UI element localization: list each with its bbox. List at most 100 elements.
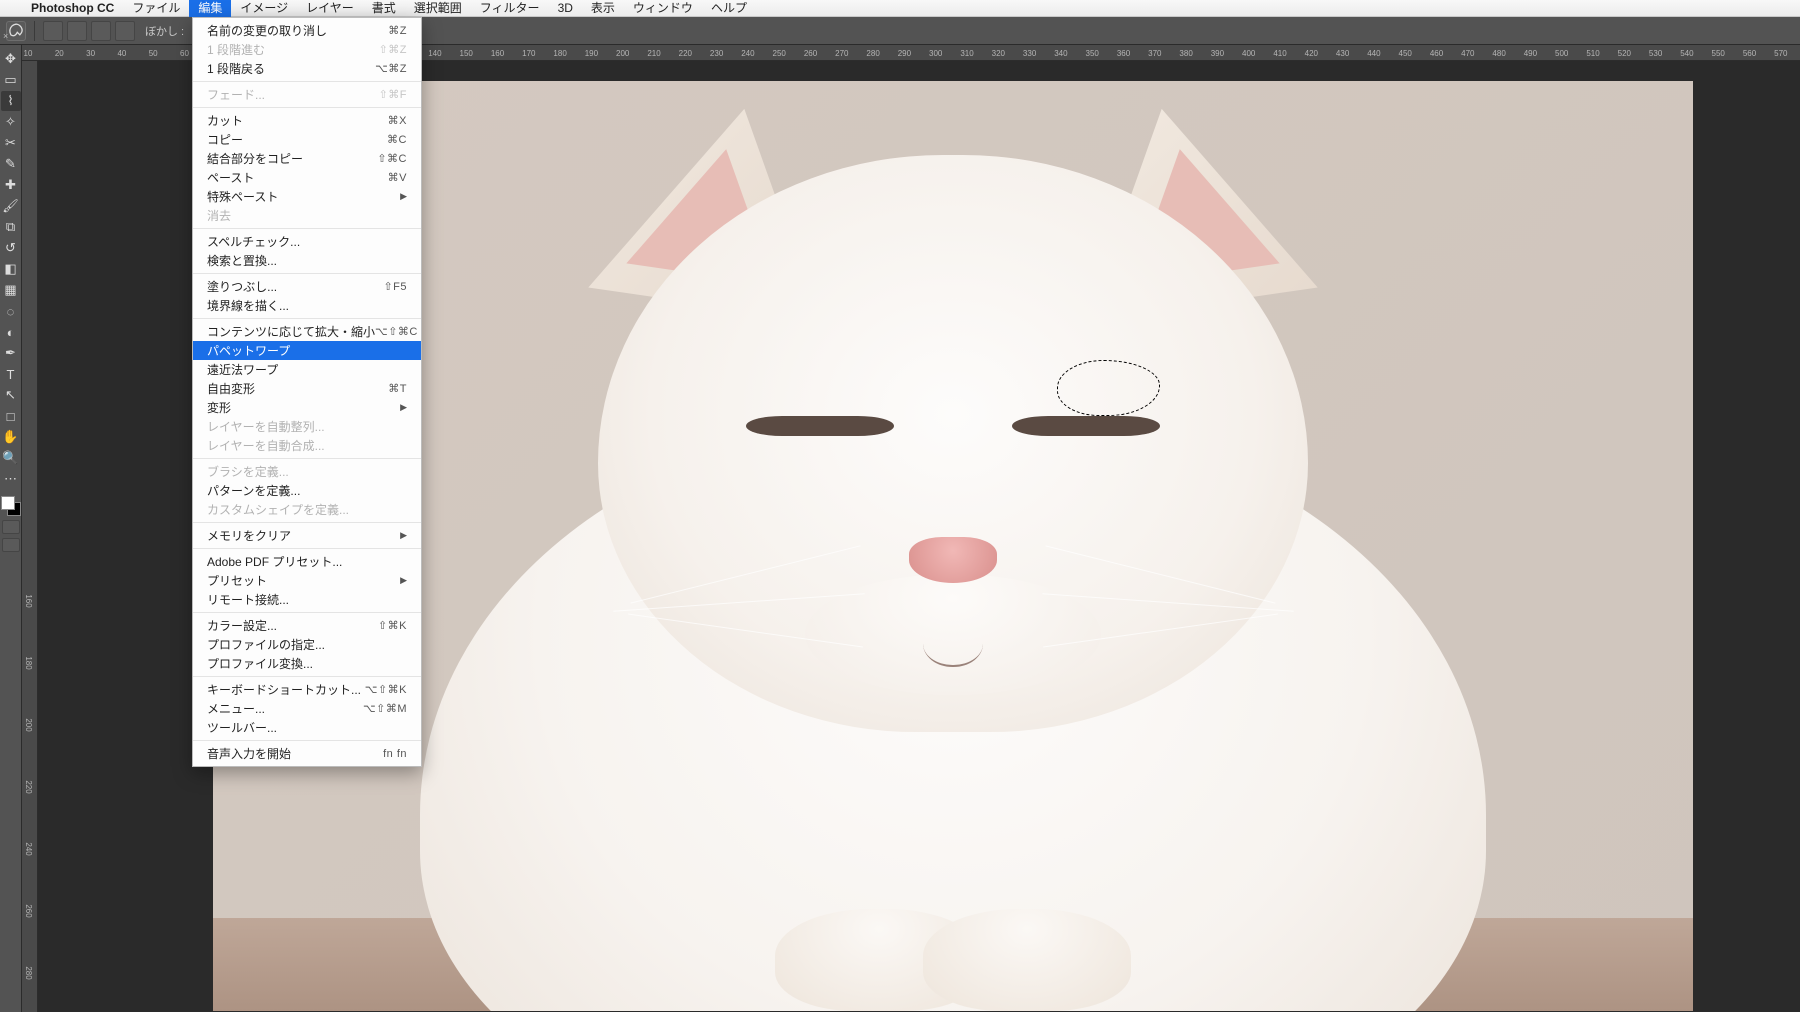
menu-item-キーボードショートカット[interactable]: キーボードショートカット...⌥⇧⌘K	[193, 680, 421, 699]
vertical-ruler: 160180200220240260280	[22, 61, 38, 1012]
rectangular-marquee-tool[interactable]: ▭	[1, 70, 21, 90]
menu-item-スペルチェック[interactable]: スペルチェック...	[193, 232, 421, 251]
ruler-tick: 400	[1242, 49, 1255, 58]
menu-item-ペースト[interactable]: ペースト⌘V	[193, 168, 421, 187]
ruler-tick: 320	[992, 49, 1005, 58]
menu-item-label: 遠近法ワープ	[207, 361, 407, 378]
magic-wand-tool[interactable]: ✧	[1, 112, 21, 132]
selection-mode-add-icon[interactable]	[67, 21, 87, 41]
ruler-tick: 210	[647, 49, 660, 58]
menu-item-特殊ペースト[interactable]: 特殊ペースト ▶	[193, 187, 421, 206]
ruler-tick: 160	[24, 594, 33, 607]
ruler-tick: 20	[55, 49, 64, 58]
app-name[interactable]: Photoshop CC	[22, 1, 123, 15]
spot-healing-tool[interactable]: ✚	[1, 175, 21, 195]
selection-mode-new-icon[interactable]	[43, 21, 63, 41]
menu-item-label: 1 段階戻る	[207, 60, 375, 77]
hand-tool[interactable]: ✋	[1, 427, 21, 447]
ruler-tick: 200	[616, 49, 629, 58]
menu-ウィンドウ[interactable]: ウィンドウ	[624, 0, 702, 17]
menu-item-プロファイル変換[interactable]: プロファイル変換...	[193, 654, 421, 673]
ruler-tick: 430	[1336, 49, 1349, 58]
history-brush-tool[interactable]: ↺	[1, 238, 21, 258]
menu-書式[interactable]: 書式	[363, 0, 405, 17]
menu-item-パペットワープ[interactable]: パペットワープ	[193, 341, 421, 360]
crop-tool[interactable]: ✂	[1, 133, 21, 153]
menu-item-境界線を描く[interactable]: 境界線を描く...	[193, 296, 421, 315]
menu-イメージ[interactable]: イメージ	[231, 0, 297, 17]
menu-item-プリセット[interactable]: プリセット ▶	[193, 571, 421, 590]
menu-item-パターンを定義[interactable]: パターンを定義...	[193, 481, 421, 500]
menu-ファイル[interactable]: ファイル	[123, 0, 189, 17]
document-canvas[interactable]	[213, 81, 1693, 1011]
ruler-tick: 440	[1367, 49, 1380, 58]
brush-tool[interactable]: 🖌	[1, 196, 21, 216]
menu-item-リモート接続[interactable]: リモート接続...	[193, 590, 421, 609]
menu-item-音声入力を開始[interactable]: 音声入力を開始fn fn	[193, 744, 421, 763]
menu-3D[interactable]: 3D	[549, 0, 582, 17]
menu-item-label: 結合部分をコピー	[207, 150, 377, 167]
menu-item-コピー[interactable]: コピー⌘C	[193, 130, 421, 149]
tools-panel: ✥▭⌇✧✂✎✚🖌⧉↺◧▦◌◐✒T↖□✋🔍⋯	[0, 45, 22, 1012]
menu-item-塗りつぶし[interactable]: 塗りつぶし...⇧F5	[193, 277, 421, 296]
menu-編集[interactable]: 編集	[189, 0, 231, 17]
screen-mode-icon[interactable]	[2, 538, 20, 552]
menu-item-label: レイヤーを自動合成...	[207, 437, 407, 454]
clone-stamp-tool[interactable]: ⧉	[1, 217, 21, 237]
menu-item-レイヤーを自動合成: レイヤーを自動合成...	[193, 436, 421, 455]
menu-item-カラー設定[interactable]: カラー設定...⇧⌘K	[193, 616, 421, 635]
ruler-tick: 340	[1054, 49, 1067, 58]
menu-レイヤー[interactable]: レイヤー	[297, 0, 363, 17]
submenu-arrow-icon: ▶	[400, 530, 407, 541]
pen-tool[interactable]: ✒	[1, 343, 21, 363]
more-tools[interactable]: ⋯	[1, 469, 21, 489]
menu-item-遠近法ワープ[interactable]: 遠近法ワープ	[193, 360, 421, 379]
ruler-tick: 460	[1430, 49, 1443, 58]
ruler-tick: 240	[741, 49, 754, 58]
path-selection-tool[interactable]: ↖	[1, 385, 21, 405]
menu-item-label: 特殊ペースト	[207, 188, 394, 205]
eraser-tool[interactable]: ◧	[1, 259, 21, 279]
lasso-tool[interactable]: ⌇	[1, 91, 21, 111]
menu-フィルター[interactable]: フィルター	[471, 0, 549, 17]
color-swatches[interactable]	[1, 496, 21, 516]
menu-item-メモリをクリア[interactable]: メモリをクリア▶	[193, 526, 421, 545]
menu-item-プロファイルの指定[interactable]: プロファイルの指定...	[193, 635, 421, 654]
ruler-tick: 370	[1148, 49, 1161, 58]
menu-item-結合部分をコピー[interactable]: 結合部分をコピー⇧⌘C	[193, 149, 421, 168]
dodge-tool[interactable]: ◐	[1, 322, 21, 342]
menu-item-コンテンツに応じて拡大・縮小[interactable]: コンテンツに応じて拡大・縮小⌥⇧⌘C	[193, 322, 421, 341]
menu-item-label: プリセット	[207, 572, 394, 589]
gradient-tool[interactable]: ▦	[1, 280, 21, 300]
menu-item-変形[interactable]: 変形▶	[193, 398, 421, 417]
menu-item-レイヤーを自動整列: レイヤーを自動整列...	[193, 417, 421, 436]
menu-item-名前の変更の取り消し[interactable]: 名前の変更の取り消し⌘Z	[193, 21, 421, 40]
ruler-tick: 510	[1586, 49, 1599, 58]
menu-item-自由変形[interactable]: 自由変形⌘T	[193, 379, 421, 398]
type-tool[interactable]: T	[1, 364, 21, 384]
selection-mode-subtract-icon[interactable]	[91, 21, 111, 41]
eyedropper-tool[interactable]: ✎	[1, 154, 21, 174]
blur-tool[interactable]: ◌	[1, 301, 21, 321]
ruler-tick: 310	[960, 49, 973, 58]
quick-mask-icon[interactable]	[2, 520, 20, 534]
ruler-tick: 450	[1399, 49, 1412, 58]
menu-item-検索と置換[interactable]: 検索と置換...	[193, 251, 421, 270]
rectangle-tool[interactable]: □	[1, 406, 21, 426]
submenu-arrow-icon: ▶	[400, 575, 407, 586]
menu-item-メニュー[interactable]: メニュー...⌥⇧⌘M	[193, 699, 421, 718]
move-tool[interactable]: ✥	[1, 49, 21, 69]
active-tool-icon[interactable]	[6, 21, 26, 41]
submenu-arrow-icon: ▶	[400, 191, 407, 202]
menu-item-1段階戻る[interactable]: 1 段階戻る⌥⌘Z	[193, 59, 421, 78]
menu-表示[interactable]: 表示	[582, 0, 624, 17]
menu-ヘルプ[interactable]: ヘルプ	[702, 0, 756, 17]
menu-item-ツールバー[interactable]: ツールバー...	[193, 718, 421, 737]
menu-選択範囲[interactable]: 選択範囲	[405, 0, 471, 17]
document-tab-close-icon[interactable]: ×	[3, 31, 8, 41]
menu-item-AdobePDFプリセット[interactable]: Adobe PDF プリセット...	[193, 552, 421, 571]
menu-item-shortcut: ⇧⌘C	[377, 152, 407, 165]
zoom-tool[interactable]: 🔍	[1, 448, 21, 468]
selection-mode-intersect-icon[interactable]	[115, 21, 135, 41]
menu-item-カット[interactable]: カット⌘X	[193, 111, 421, 130]
